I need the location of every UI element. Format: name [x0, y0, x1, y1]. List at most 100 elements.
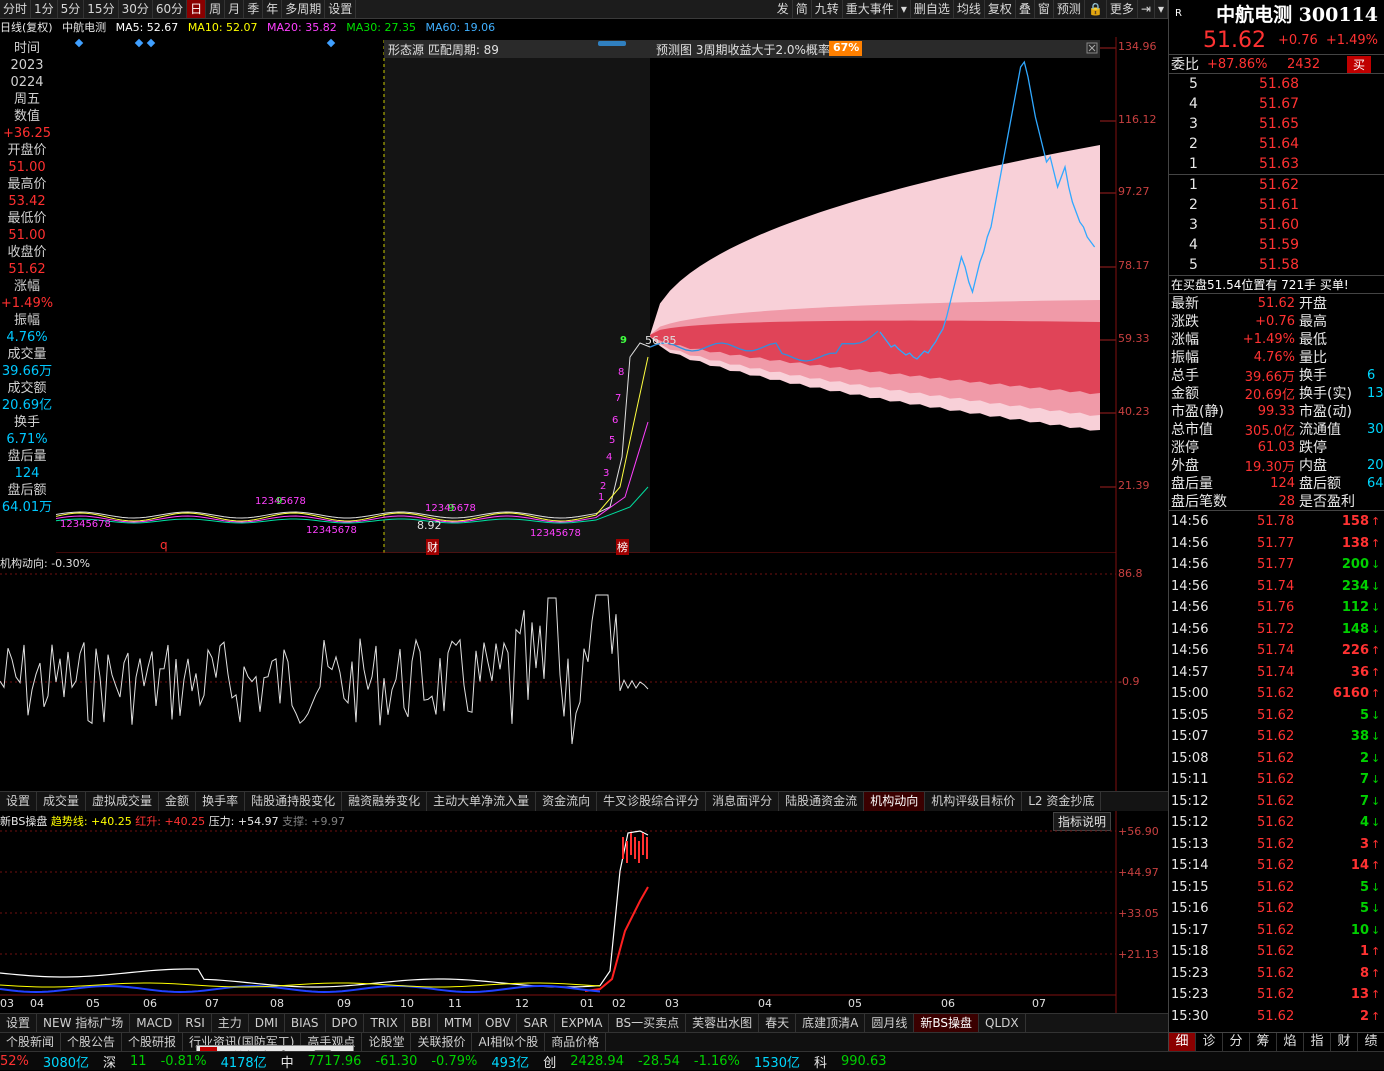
event-marker-2[interactable] [134, 38, 144, 48]
toolbar-right-3[interactable]: 重大事件 [843, 0, 898, 18]
toolbar-10[interactable]: 年 [263, 0, 283, 18]
toolbar-2[interactable]: 5分 [58, 0, 85, 18]
tab1-12[interactable]: 机构动向 [864, 792, 926, 811]
right-tab-6[interactable]: 财 [1331, 1033, 1358, 1051]
tab2-12[interactable]: SAR [517, 1013, 555, 1033]
tab3-5[interactable]: 论股堂 [362, 1032, 412, 1052]
toolbar-right-7[interactable]: 复权 [985, 0, 1016, 18]
tab2-3[interactable]: RSI [179, 1013, 212, 1033]
buy-level-4[interactable]: 5 51.58 [1169, 255, 1384, 275]
tab2-17[interactable]: 底建顶清A [796, 1013, 866, 1033]
toolbar-right-9[interactable]: 窗 [1035, 0, 1054, 18]
tab2-5[interactable]: DMI [249, 1013, 285, 1033]
tab2-20[interactable]: QLDX [979, 1013, 1026, 1033]
tab1-13[interactable]: 机构评级目标价 [925, 792, 1023, 811]
tab1-6[interactable]: 融资融券变化 [342, 792, 428, 811]
tab2-8[interactable]: TRIX [364, 1013, 405, 1033]
tab2-7[interactable]: DPO [326, 1013, 365, 1033]
tab2-16[interactable]: 春天 [759, 1013, 797, 1033]
event-marker-1[interactable] [74, 38, 84, 48]
tab1-2[interactable]: 虚拟成交量 [86, 792, 160, 811]
toolbar-right-1[interactable]: 简 [793, 0, 812, 18]
toolbar-11[interactable]: 多周期 [282, 0, 326, 18]
tab2-4[interactable]: 主力 [212, 1013, 249, 1033]
right-tab-7[interactable]: 绩 [1358, 1033, 1384, 1051]
sell-level-4[interactable]: 1 51.63 [1169, 154, 1384, 174]
toolbar-3[interactable]: 15分 [84, 0, 119, 18]
right-tab-5[interactable]: 指 [1304, 1033, 1331, 1051]
tab1-14[interactable]: L2 资金抄底 [1022, 792, 1102, 811]
toolbar-4[interactable]: 30分 [119, 0, 153, 18]
tab2-2[interactable]: MACD [130, 1013, 180, 1033]
toolbar-0[interactable]: 分时 [0, 0, 32, 18]
tab2-15[interactable]: 芙蓉出水图 [686, 1013, 760, 1033]
toolbar-right-13[interactable]: ⇥ [1138, 0, 1155, 18]
tab1-0[interactable]: 设置 [0, 792, 38, 811]
toolbar-right-2[interactable]: 九转 [812, 0, 843, 18]
tab1-11[interactable]: 陆股通资金流 [779, 792, 865, 811]
toolbar-9[interactable]: 季 [244, 0, 264, 18]
buy-level-3[interactable]: 4 51.59 [1169, 235, 1384, 255]
sell-level-1[interactable]: 4 51.67 [1169, 94, 1384, 114]
toolbar-right-0[interactable]: 发 [774, 0, 793, 18]
tab3-6[interactable]: 关联报价 [411, 1032, 473, 1052]
tab1-9[interactable]: 牛叉诊股综合评分 [597, 792, 707, 811]
chart-type[interactable]: 日线(复权) [0, 21, 53, 34]
tab2-11[interactable]: OBV [479, 1013, 518, 1033]
buy-level-0[interactable]: 1 51.62 [1169, 175, 1384, 195]
buy-level-1[interactable]: 2 51.61 [1169, 195, 1384, 215]
toolbar-right-10[interactable]: 预测 [1054, 0, 1085, 18]
tab2-19[interactable]: 新BS操盘 [914, 1013, 980, 1033]
toolbar-5[interactable]: 60分 [153, 0, 188, 18]
tab3-0[interactable]: 个股新闻 [0, 1032, 62, 1052]
tab1-4[interactable]: 换手率 [196, 792, 246, 811]
right-tab-0[interactable]: 细 [1169, 1033, 1196, 1051]
toolbar-right-11[interactable]: 🔒 [1085, 0, 1107, 18]
toolbar-right-4[interactable]: ▾ [898, 0, 911, 18]
institution-trend-chart[interactable] [0, 553, 1168, 791]
buy-button[interactable]: 买 [1347, 55, 1372, 73]
tab2-10[interactable]: MTM [438, 1013, 479, 1033]
right-tab-4[interactable]: 焰 [1277, 1033, 1304, 1051]
toolbar-right-12[interactable]: 更多 [1107, 0, 1138, 18]
tab3-8[interactable]: 商品价格 [545, 1032, 607, 1052]
tab1-1[interactable]: 成交量 [37, 792, 87, 811]
toolbar-1[interactable]: 1分 [31, 0, 58, 18]
tab2-14[interactable]: BS一买卖点 [609, 1013, 687, 1033]
sell-level-2[interactable]: 3 51.65 [1169, 114, 1384, 134]
scroll-indicator[interactable] [598, 41, 626, 46]
tab1-3[interactable]: 金额 [159, 792, 197, 811]
right-tab-2[interactable]: 分 [1223, 1033, 1250, 1051]
bs-trading-chart[interactable] [0, 811, 1168, 1013]
tab1-5[interactable]: 陆股通持股变化 [245, 792, 343, 811]
right-tab-1[interactable]: 诊 [1196, 1033, 1223, 1051]
tab2-9[interactable]: BBI [405, 1013, 438, 1033]
main-kline-chart[interactable]: 123456789 123456789 12345678 12345678 12… [0, 37, 1168, 553]
tab2-13[interactable]: EXPMA [555, 1013, 610, 1033]
tab1-10[interactable]: 消息面评分 [706, 792, 780, 811]
tab3-1[interactable]: 个股公告 [61, 1032, 123, 1052]
right-tab-3[interactable]: 筹 [1250, 1033, 1277, 1051]
sell-level-0[interactable]: 5 51.68 [1169, 74, 1384, 94]
toolbar-right-8[interactable]: 叠 [1016, 0, 1035, 18]
tab2-0[interactable]: 设置 [0, 1013, 38, 1033]
tab2-18[interactable]: 圆月线 [865, 1013, 915, 1033]
toolbar-12[interactable]: 设置 [325, 0, 357, 18]
tab2-1[interactable]: NEW 指标广场 [37, 1013, 131, 1033]
toolbar-8[interactable]: 月 [225, 0, 245, 18]
buy-level-2[interactable]: 3 51.60 [1169, 215, 1384, 235]
tab1-7[interactable]: 主动大单净流入量 [427, 792, 537, 811]
tab2-6[interactable]: BIAS [285, 1013, 326, 1033]
event-marker-4[interactable] [326, 38, 336, 48]
event-markers[interactable] [74, 38, 336, 48]
toolbar-7[interactable]: 周 [206, 0, 226, 18]
toolbar-6[interactable]: 日 [187, 0, 207, 18]
order-notice[interactable]: 在买盘51.54位置有 721手 买单! [1169, 276, 1384, 294]
tab3-2[interactable]: 个股研报 [122, 1032, 184, 1052]
tab1-8[interactable]: 资金流向 [536, 792, 598, 811]
sell-level-3[interactable]: 2 51.64 [1169, 134, 1384, 154]
toolbar-right-5[interactable]: 删自选 [911, 0, 954, 18]
toolbar-right-14[interactable]: ▾ [1155, 0, 1168, 18]
event-marker-3[interactable] [146, 38, 156, 48]
tab3-7[interactable]: AI相似个股 [472, 1032, 546, 1052]
